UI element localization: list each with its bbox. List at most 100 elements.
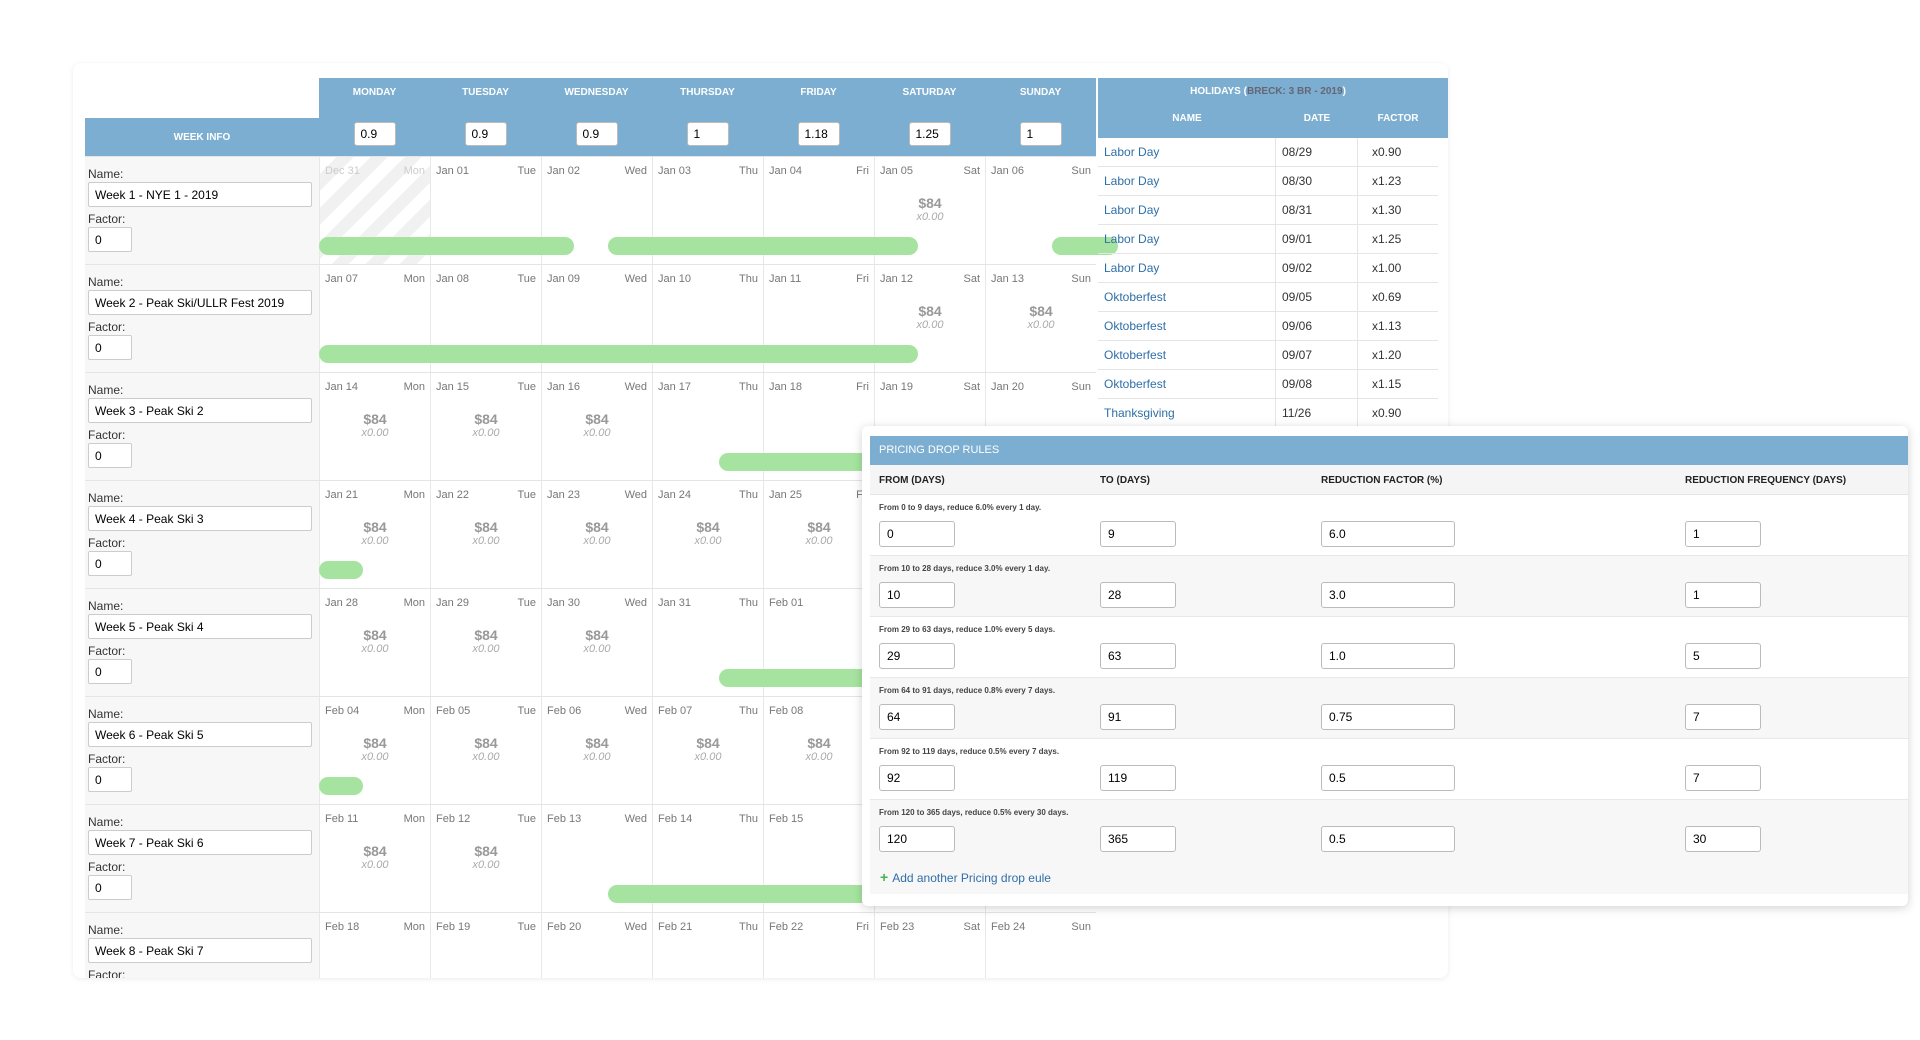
- day-cell[interactable]: Feb 18 Mon: [319, 913, 430, 978]
- booking-bar[interactable]: [718, 669, 874, 687]
- week-name-input[interactable]: [88, 614, 312, 639]
- day-cell[interactable]: Jan 29 Tue $84 x0.00: [430, 589, 541, 697]
- day-cell[interactable]: Jan 16 Wed $84 x0.00: [541, 373, 652, 481]
- rule-from-days-input[interactable]: [879, 643, 955, 669]
- day-cell[interactable]: Jan 28 Mon $84 x0.00: [319, 589, 430, 697]
- day-factor-input[interactable]: [464, 122, 507, 146]
- day-cell[interactable]: Jan 14 Mon $84 x0.00: [319, 373, 430, 481]
- rule-reduction-factor-input[interactable]: [1321, 704, 1455, 730]
- day-multiplier: x0.00: [694, 751, 722, 763]
- holiday-name-link[interactable]: Labor Day: [1098, 225, 1276, 253]
- week-factor-input[interactable]: [88, 443, 132, 468]
- day-multiplier: x0.00: [694, 535, 722, 547]
- day-cell[interactable]: Feb 07 Thu $84 x0.00: [652, 697, 763, 805]
- rule-reduction-frequency-input[interactable]: [1685, 521, 1761, 547]
- holiday-name-link[interactable]: Oktoberfest: [1098, 341, 1276, 369]
- day-cell[interactable]: Jan 23 Wed $84 x0.00: [541, 481, 652, 589]
- day-factor-input[interactable]: [575, 122, 618, 146]
- rule-to-days-input[interactable]: [1100, 521, 1176, 547]
- day-factor-input[interactable]: [686, 122, 729, 146]
- week-name-input[interactable]: [88, 398, 312, 423]
- rule-to-days-input[interactable]: [1100, 826, 1176, 852]
- rule-from-days-input[interactable]: [879, 704, 955, 730]
- day-cell[interactable]: Feb 08 $84 x0.00: [763, 697, 874, 805]
- rule-to-days-input[interactable]: [1100, 582, 1176, 608]
- day-cell[interactable]: Jan 25Fri$84x0.00: [763, 481, 874, 589]
- day-cell[interactable]: Jan 15 Tue $84 x0.00: [430, 373, 541, 481]
- day-cell[interactable]: Jan 22 Tue $84 x0.00: [430, 481, 541, 589]
- rule-from-days-input[interactable]: [879, 826, 955, 852]
- week-name-input[interactable]: [88, 182, 312, 207]
- week-name-input[interactable]: [88, 290, 312, 315]
- week-factor-input[interactable]: [88, 227, 132, 252]
- day-cell[interactable]: Jan 24 Thu $84 x0.00: [652, 481, 763, 589]
- week-name-input[interactable]: [88, 722, 312, 747]
- day-cell[interactable]: Feb 06 Wed $84 x0.00: [541, 697, 652, 805]
- booking-bar[interactable]: [319, 777, 364, 795]
- holiday-name-link[interactable]: Thanksgiving: [1098, 399, 1276, 427]
- rule-reduction-frequency-input[interactable]: [1685, 582, 1761, 608]
- day-multiplier: x0.00: [472, 859, 500, 871]
- day-cell[interactable]: Feb 12 Tue $84 x0.00: [430, 805, 541, 913]
- day-factor-input[interactable]: [797, 122, 840, 146]
- holiday-name-link[interactable]: Labor Day: [1098, 254, 1276, 282]
- booking-bar[interactable]: [319, 237, 575, 255]
- rule-reduction-factor-input[interactable]: [1321, 521, 1455, 547]
- rule-to-days-input[interactable]: [1100, 765, 1176, 791]
- week-factor-input[interactable]: [88, 767, 132, 792]
- week-factor-input[interactable]: [88, 551, 132, 576]
- rule-reduction-factor-input[interactable]: [1321, 826, 1455, 852]
- day-cell[interactable]: Feb 05 Tue $84 x0.00: [430, 697, 541, 805]
- day-cell[interactable]: Jan 13 Sun $84 x0.00: [985, 265, 1096, 373]
- rule-reduction-frequency-input[interactable]: [1685, 643, 1761, 669]
- booking-bar[interactable]: [319, 561, 364, 579]
- rule-from-days-input[interactable]: [879, 765, 955, 791]
- holiday-name-link[interactable]: Labor Day: [1098, 167, 1276, 195]
- week-name-input[interactable]: [88, 506, 312, 531]
- rule-reduction-frequency-input[interactable]: [1685, 826, 1761, 852]
- day-of-week: Mon: [403, 921, 425, 933]
- day-factor-input[interactable]: [908, 122, 951, 146]
- week-name-input[interactable]: [88, 830, 312, 855]
- rule-from-days-input[interactable]: [879, 521, 955, 547]
- day-cell[interactable]: Feb 21 Thu: [652, 913, 763, 978]
- rule-reduction-factor-input[interactable]: [1321, 765, 1455, 791]
- week-factor-input[interactable]: [88, 659, 132, 684]
- rule-reduction-frequency-input[interactable]: [1685, 765, 1761, 791]
- holiday-name-link[interactable]: Oktoberfest: [1098, 312, 1276, 340]
- day-multiplier: x0.00: [472, 427, 500, 439]
- day-price: $84: [1029, 303, 1053, 319]
- week-name-input[interactable]: [88, 938, 312, 963]
- rule-reduction-frequency-input[interactable]: [1685, 704, 1761, 730]
- holiday-factor: x0.90: [1372, 145, 1402, 159]
- holiday-name-link[interactable]: Oktoberfest: [1098, 283, 1276, 311]
- day-cell[interactable]: Feb 22 Fri: [763, 913, 874, 978]
- day-factor-input[interactable]: [1019, 122, 1062, 146]
- day-header-tuesday: TUESDAY: [430, 78, 541, 156]
- day-cell[interactable]: Feb 23 Sat: [874, 913, 985, 978]
- rule-from-days-input[interactable]: [879, 582, 955, 608]
- rule-reduction-factor-input[interactable]: [1321, 643, 1455, 669]
- booking-bar[interactable]: [607, 885, 874, 903]
- rule-to-days-input[interactable]: [1100, 643, 1176, 669]
- add-pricing-drop-rule-link[interactable]: + Add another Pricing drop eule: [870, 860, 1908, 894]
- day-factor-input[interactable]: [353, 122, 396, 146]
- day-price: $84: [585, 627, 609, 643]
- holiday-name-link[interactable]: Labor Day: [1098, 196, 1276, 224]
- holiday-name-link[interactable]: Labor Day: [1098, 138, 1276, 166]
- day-cell[interactable]: Feb 19 Tue: [430, 913, 541, 978]
- week-factor-input[interactable]: [88, 875, 132, 900]
- rule-reduction-factor-input[interactable]: [1321, 582, 1455, 608]
- holiday-name-link[interactable]: Oktoberfest: [1098, 370, 1276, 398]
- day-price: $84: [363, 627, 387, 643]
- booking-bar[interactable]: [718, 453, 874, 471]
- day-date: Dec 31: [325, 165, 360, 177]
- day-cell[interactable]: Jan 30 Wed $84 x0.00: [541, 589, 652, 697]
- day-cell[interactable]: Feb 20 Wed: [541, 913, 652, 978]
- day-cell[interactable]: Feb 24 Sun: [985, 913, 1096, 978]
- day-cell[interactable]: Feb 11 Mon $84 x0.00: [319, 805, 430, 913]
- rule-to-days-input[interactable]: [1100, 704, 1176, 730]
- booking-bar[interactable]: [607, 237, 919, 255]
- booking-bar[interactable]: [319, 345, 919, 363]
- week-factor-input[interactable]: [88, 335, 132, 360]
